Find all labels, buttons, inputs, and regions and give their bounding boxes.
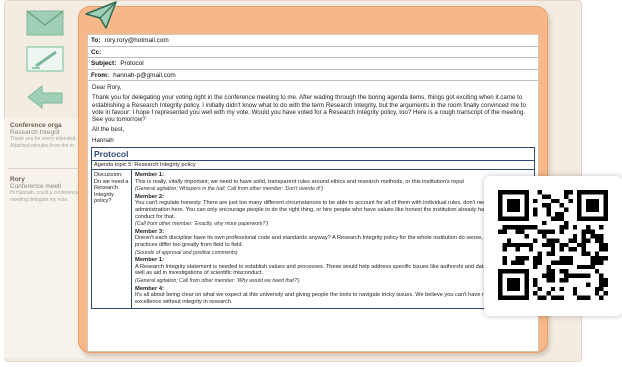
list-item-subtitle: Research Integrit	[10, 129, 60, 136]
protocol-title: Protocol	[92, 148, 534, 162]
member-statement: This is really, vitally important; we ne…	[135, 178, 464, 185]
member-name: Member 3:	[135, 228, 164, 235]
cc-label: Cc:	[91, 48, 102, 56]
member-comment: (Sounds of approval and positive comment…	[135, 249, 238, 256]
paper-plane-icon[interactable]	[84, 0, 118, 30]
sidebar	[4, 0, 78, 120]
subject-value: Protocol	[120, 60, 144, 67]
email-view: To: rory.rory@hotmail.com Cc: Subject: Pro…	[87, 34, 539, 352]
member-statement: A Research Integrity statement is needed…	[135, 263, 530, 277]
list-item[interactable]: Conference orga Research Integrit Thank …	[10, 122, 86, 150]
reply-icon[interactable]	[26, 84, 64, 110]
list-divider	[8, 168, 84, 169]
member-name: Member 4:	[135, 285, 164, 292]
from-label: From:	[91, 71, 110, 79]
list-item-preview: Hi Hannah, could y conference meeting de…	[10, 190, 79, 203]
member-comment: (General agitation; Call from other memb…	[135, 277, 300, 284]
member-statement: You can't regulate honesty. There are ju…	[135, 200, 512, 220]
subject-field[interactable]: Subject: Protocol	[88, 58, 538, 70]
message-list: Conference orga Research Integrit Thank …	[4, 118, 84, 358]
list-item-title: Conference orga	[10, 122, 62, 129]
member-name: Member 1:	[135, 257, 164, 264]
member-comment: (Call from other member: 'Exactly, why m…	[135, 221, 269, 228]
discussion-question: Discussion: Do we need a Research Integr…	[92, 170, 132, 309]
list-item-title: Rory	[10, 176, 25, 183]
qr-code[interactable]	[498, 190, 608, 300]
compose-icon[interactable]	[26, 46, 64, 72]
subject-label: Subject:	[91, 60, 117, 67]
qr-code-card	[484, 176, 622, 316]
agenda-topic: Agenda topic 5: Research Integrity polic…	[92, 161, 534, 171]
to-label: To:	[91, 37, 101, 44]
member-statement: It's all about being clear on what we ex…	[135, 292, 504, 305]
protocol-grid: Discussion: Do we need a Research Integr…	[92, 170, 534, 309]
mail-icon[interactable]	[26, 10, 64, 36]
list-item-subtitle: Conference meeti	[10, 183, 62, 190]
email-body: Dear Rory, Thank you for delegating your…	[88, 81, 538, 144]
signature: Hannah	[92, 136, 114, 144]
to-field[interactable]: To: rory.rory@hotmail.com	[88, 35, 538, 47]
protocol-table: Protocol Agenda topic 5: Research Integr…	[91, 147, 535, 310]
list-item-preview: Thank you for every attended. Attached m…	[10, 136, 77, 149]
to-value: rory.rory@hotmail.com	[104, 37, 169, 44]
member-name: Member 1:	[135, 172, 164, 179]
list-item[interactable]: Rory Conference meeti Hi Hannah, could y…	[10, 176, 86, 204]
closing: All the best,	[92, 126, 125, 134]
from-field[interactable]: From: hannah-p@gmail.com	[88, 70, 538, 81]
body-paragraph: Thank you for delegating your voting rig…	[92, 94, 526, 124]
member-name: Member 2:	[135, 193, 164, 200]
member-comment: (General agitation; Whispers in the hall…	[135, 186, 324, 193]
greeting: Dear Rory,	[92, 84, 122, 91]
member-statement: Doesn't each discipline have its own pro…	[135, 235, 515, 249]
cc-field[interactable]: Cc:	[88, 47, 538, 58]
from-value: hannah-p@gmail.com	[113, 71, 176, 79]
member-statements: Member 1: This is really, vitally import…	[132, 170, 534, 308]
